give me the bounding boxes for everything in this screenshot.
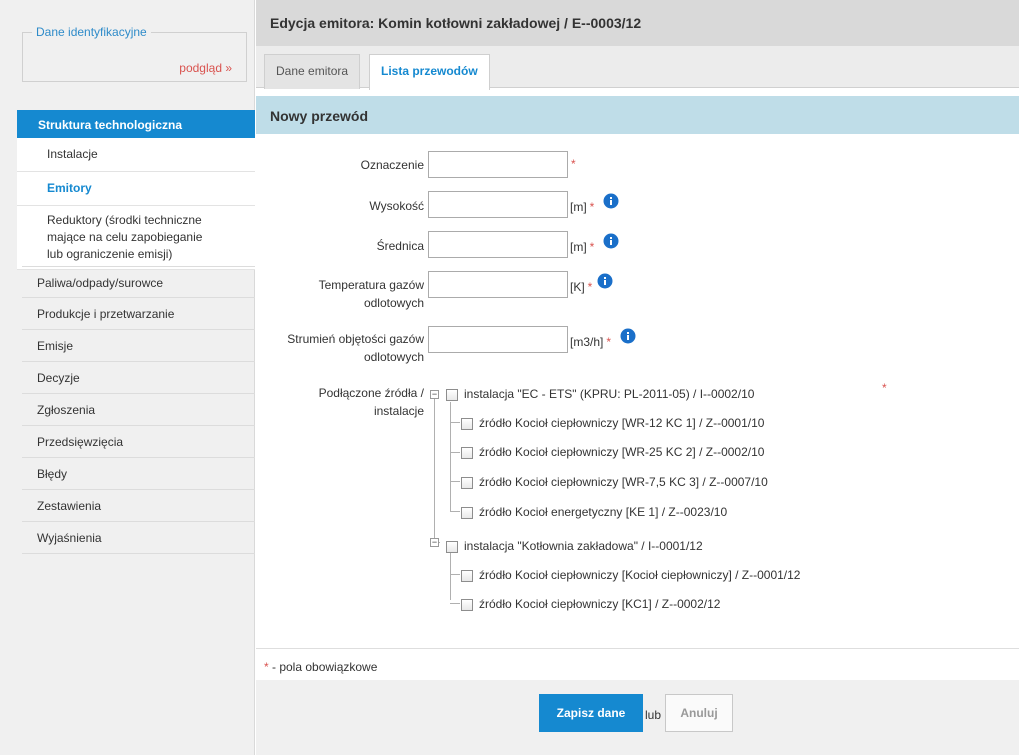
temperatura-input[interactable] xyxy=(428,271,568,298)
identification-legend: Dane identyfikacyjne xyxy=(32,25,151,39)
window-edge xyxy=(1019,0,1029,755)
sidebar-item-decyzje[interactable]: Decyzje xyxy=(22,362,255,394)
sidebar-sub-menu: Instalacje Emitory Reduktory (środki tec… xyxy=(17,138,255,270)
field-label-srednica: Średnica xyxy=(376,239,424,253)
tree-node-installation: instalacja "Kotłownia zakładowa" / I--00… xyxy=(446,539,703,553)
wysokosc-unit: [m] * xyxy=(570,200,595,214)
sidebar-menu: Paliwa/odpady/surowce Produkcje i przetw… xyxy=(22,266,255,554)
oznaczenie-input[interactable] xyxy=(428,151,568,178)
tree-required-mark: * xyxy=(882,381,887,395)
or-text: lub xyxy=(645,708,662,722)
sidebar-item-przedsiewziecia[interactable]: Przedsięwzięcia xyxy=(22,426,255,458)
divider xyxy=(256,648,1029,649)
srednica-input[interactable] xyxy=(428,231,568,258)
tree-line xyxy=(450,402,451,512)
installation-checkbox[interactable] xyxy=(446,540,458,553)
sidebar-item-instalacje[interactable]: Instalacje xyxy=(17,138,255,172)
source-checkbox[interactable] xyxy=(461,417,473,430)
source-checkbox[interactable] xyxy=(461,446,473,459)
tree-line xyxy=(450,574,460,575)
field-label-wysokosc: Wysokość xyxy=(369,199,424,213)
source-checkbox[interactable] xyxy=(461,476,473,489)
tree-line xyxy=(450,550,451,600)
tree-node-label: źródło Kocioł energetyczny [KE 1] / Z--0… xyxy=(479,505,728,519)
sidebar-section-title[interactable]: Struktura technologiczna xyxy=(17,110,255,138)
tree-node-source: źródło Kocioł ciepłowniczy [KC1] / Z--00… xyxy=(461,597,720,611)
cancel-button[interactable]: Anuluj xyxy=(665,694,733,732)
save-button[interactable]: Zapisz dane xyxy=(539,694,643,732)
tree-node-label: źródło Kocioł ciepłowniczy [WR-25 KC 2] … xyxy=(479,445,765,459)
info-icon[interactable] xyxy=(603,193,619,209)
tree-node-source: źródło Kocioł ciepłowniczy [WR-25 KC 2] … xyxy=(461,445,764,459)
tree-line xyxy=(450,452,460,453)
installation-checkbox[interactable] xyxy=(446,388,458,401)
field-label-temperatura: Temperatura gazów odlotowych xyxy=(318,278,424,310)
tree-line xyxy=(450,481,460,482)
sidebar-item-reduktory[interactable]: Reduktory (środki techniczne mające na c… xyxy=(17,206,255,270)
sidebar-item-zestawienia[interactable]: Zestawienia xyxy=(22,490,255,522)
tree-node-installation: instalacja "EC - ETS" (KPRU: PL-2011-05)… xyxy=(446,387,754,401)
page-title: Edycja emitora: Komin kotłowni zakładowe… xyxy=(256,0,1029,46)
tree-node-source: źródło Kocioł ciepłowniczy [WR-12 KC 1] … xyxy=(461,416,764,430)
tab-dane-emitora[interactable]: Dane emitora xyxy=(264,54,361,89)
sidebar-item-produkcje[interactable]: Produkcje i przetwarzanie xyxy=(22,298,255,330)
main-panel: Edycja emitora: Komin kotłowni zakładowe… xyxy=(256,0,1029,755)
tree-line xyxy=(450,603,460,604)
sidebar-item-bledy[interactable]: Błędy xyxy=(22,458,255,490)
field-label-podlaczone: Podłączone źródła / instalacje xyxy=(318,386,424,418)
info-icon[interactable] xyxy=(620,328,636,344)
field-label-oznaczenie: Oznaczenie xyxy=(360,158,424,172)
tree-node-label: źródło Kocioł ciepłowniczy [KC1] / Z--00… xyxy=(479,597,721,611)
tree-node-label: źródło Kocioł ciepłowniczy [Kocioł ciepł… xyxy=(479,568,801,582)
sidebar-item-emisje[interactable]: Emisje xyxy=(22,330,255,362)
section-title: Nowy przewód xyxy=(256,96,1029,134)
tree-node-source: źródło Kocioł energetyczny [KE 1] / Z--0… xyxy=(461,505,727,519)
sidebar-item-emitory[interactable]: Emitory xyxy=(17,172,255,206)
srednica-unit: [m] * xyxy=(570,240,595,254)
identification-box: Dane identyfikacyjne podgląd » xyxy=(22,25,247,82)
preview-link[interactable]: podgląd » xyxy=(179,61,232,75)
sidebar-item-zgloszenia[interactable]: Zgłoszenia xyxy=(22,394,255,426)
info-icon[interactable] xyxy=(597,273,613,289)
source-checkbox[interactable] xyxy=(461,598,473,611)
strumien-input[interactable] xyxy=(428,326,568,353)
minus-toggle-icon[interactable]: − xyxy=(430,390,439,399)
required-note: * - pola obowiązkowe xyxy=(264,660,378,674)
temperatura-unit: [K] * xyxy=(570,280,593,294)
source-checkbox[interactable] xyxy=(461,506,473,519)
tree-node-label: instalacja "EC - ETS" (KPRU: PL-2011-05)… xyxy=(464,387,755,401)
source-checkbox[interactable] xyxy=(461,569,473,582)
strumien-unit: [m3/h] * xyxy=(570,335,612,349)
tabs-bar: Dane emitora Lista przewodów xyxy=(256,46,1029,90)
sidebar-item-wyjasnienia[interactable]: Wyjaśnienia xyxy=(22,522,255,554)
field-label-strumien: Strumień objętości gazów odlotowych xyxy=(287,332,424,364)
wysokosc-input[interactable] xyxy=(428,191,568,218)
tree-line xyxy=(450,511,460,512)
sidebar: Dane identyfikacyjne podgląd » Struktura… xyxy=(0,0,255,755)
minus-toggle-icon[interactable]: − xyxy=(430,538,439,547)
tree-node-label: instalacja "Kotłownia zakładowa" / I--00… xyxy=(464,539,703,553)
tree-line xyxy=(450,422,460,423)
new-conduit-form: Oznaczenie * Wysokość [m] * Średnica [m] *… xyxy=(256,134,1029,650)
oznaczenie-required-mark: * xyxy=(571,157,576,171)
tree-node-label: źródło Kocioł ciepłowniczy [WR-12 KC 1] … xyxy=(479,416,765,430)
tab-lista-przewodow[interactable]: Lista przewodów xyxy=(369,54,490,90)
info-icon[interactable] xyxy=(603,233,619,249)
form-actions: Zapisz dane lub Anuluj xyxy=(256,680,1029,755)
tree-node-source: źródło Kocioł ciepłowniczy [Kocioł ciepł… xyxy=(461,568,800,582)
sidebar-item-paliwa[interactable]: Paliwa/odpady/surowce xyxy=(22,266,255,298)
tree-node-label: źródło Kocioł ciepłowniczy [WR-7,5 KC 3]… xyxy=(479,475,768,489)
tree-line xyxy=(434,399,435,542)
tree-node-source: źródło Kocioł ciepłowniczy [WR-7,5 KC 3]… xyxy=(461,475,768,489)
